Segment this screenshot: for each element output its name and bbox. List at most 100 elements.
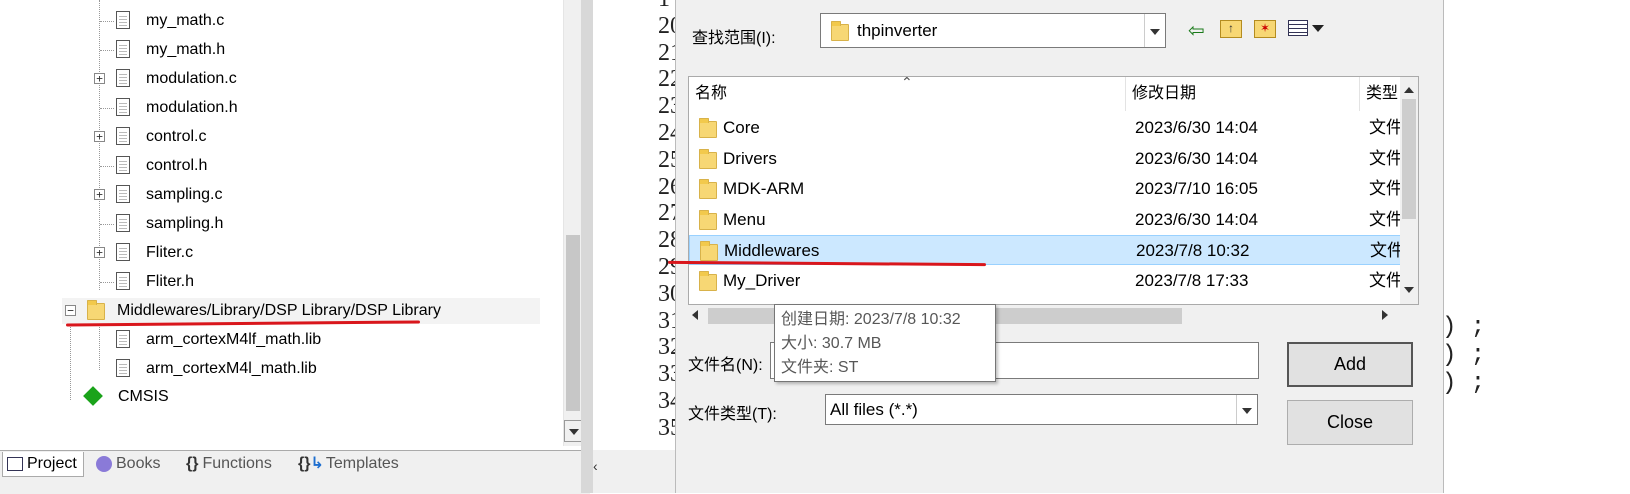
folder-icon	[699, 209, 717, 230]
list-vertical-scrollbar[interactable]	[1400, 77, 1418, 304]
lookin-combo[interactable]: thpinverter	[820, 13, 1166, 48]
source-file-icon	[116, 156, 130, 174]
tab-templates[interactable]: {}↳ Templates	[298, 452, 399, 476]
source-file-icon	[116, 127, 130, 145]
lookin-label: 查找范围(I):	[692, 30, 776, 47]
folder-icon	[699, 118, 717, 138]
list-item-type: 文件夹	[1369, 270, 1401, 290]
column-header-label: 名称	[695, 85, 728, 102]
source-file-icon	[116, 185, 130, 203]
sort-ascending-icon: ⌃	[901, 76, 913, 90]
tree-item-label: modulation.h	[146, 99, 238, 116]
tree-group-middlewares[interactable]: − Middlewares/Library/DSP Library/DSP Li…	[62, 298, 540, 324]
lookin-value: thpinverter	[857, 21, 938, 40]
pane-splitter[interactable]	[581, 0, 593, 493]
folder-icon	[831, 21, 849, 41]
scroll-down-icon[interactable]	[1404, 287, 1414, 293]
tree-item-label: modulation.c	[146, 70, 237, 87]
add-button[interactable]: Add	[1287, 342, 1413, 387]
tab-functions[interactable]: {} Functions	[186, 452, 272, 476]
scrollbar-thumb[interactable]	[1402, 99, 1416, 219]
back-icon[interactable]: ⇦	[1188, 18, 1205, 43]
tree-vertical-scrollbar[interactable]	[563, 0, 582, 446]
scroll-right-icon[interactable]	[1382, 310, 1388, 320]
folder-icon	[699, 270, 717, 291]
list-item[interactable]: My_Driver 2023/7/8 17:33 文件夹	[689, 266, 1401, 296]
code-fragment: ) ;	[1442, 314, 1486, 341]
new-folder-icon[interactable]: ✶	[1254, 20, 1276, 38]
list-item[interactable]: Drivers 2023/6/30 14:04 文件夹	[689, 144, 1401, 174]
tree-line	[100, 224, 114, 225]
tab-books[interactable]: Books	[96, 452, 160, 476]
tree-item-label: sampling.c	[146, 186, 223, 203]
source-file-icon	[116, 243, 130, 261]
code-fragment: ) ;	[1442, 370, 1486, 397]
list-item-type: 文件夹	[1369, 209, 1401, 229]
expand-icon[interactable]: +	[94, 247, 105, 258]
button-label: Close	[1326, 412, 1374, 432]
filetype-select[interactable]: All files (*.*)	[825, 394, 1258, 425]
list-item-type: 文件夹	[1369, 118, 1401, 137]
expand-icon[interactable]: +	[94, 189, 105, 200]
list-item-type: 文件夹	[1369, 179, 1401, 198]
view-menu-chevron-icon[interactable]	[1312, 25, 1324, 32]
source-file-icon	[116, 40, 130, 58]
project-tabs	[0, 450, 590, 494]
list-item-date: 2023/7/8 17:33	[1135, 270, 1249, 290]
list-item[interactable]: Menu 2023/6/30 14:04 文件夹	[689, 205, 1401, 235]
list-item[interactable]: Middlewares2023/7/8 10:32文件夹	[689, 235, 1402, 265]
tab-project[interactable]: Project	[2, 452, 84, 477]
tree-item-label: Fliter.c	[146, 244, 194, 261]
folder-icon	[699, 179, 717, 199]
tree-item-label: Fliter.h	[146, 273, 195, 290]
project-tree[interactable]: my_math.c my_math.h + modulation.c modulatio…	[0, 0, 590, 470]
source-file-icon	[116, 98, 130, 116]
column-header-name[interactable]: 名称 ⌃	[689, 77, 1126, 111]
source-file-icon	[116, 69, 130, 87]
tree-item-label: my_math.h	[146, 41, 226, 58]
close-button[interactable]: Close	[1287, 400, 1413, 445]
tree-line	[100, 50, 114, 51]
list-item-type: 文件夹	[1370, 241, 1402, 260]
folder-icon	[700, 241, 718, 261]
filename-label: 文件名(N):	[688, 357, 763, 374]
project-icon	[7, 456, 23, 471]
list-item-date: 2023/6/30 14:04	[1135, 148, 1258, 168]
tooltip-folder: 文件夹: ST	[781, 359, 859, 376]
tree-item-label: my_math.c	[146, 12, 225, 29]
tree-item-label: control.c	[146, 128, 207, 145]
expand-icon[interactable]: +	[94, 73, 105, 84]
tooltip-created: 创建日期: 2023/7/8 10:32	[781, 311, 961, 328]
scroll-up-icon[interactable]	[1404, 87, 1414, 93]
tooltip-size: 大小: 30.7 MB	[781, 335, 882, 352]
chevron-down-icon[interactable]	[1236, 395, 1257, 424]
scroll-down-button[interactable]	[564, 420, 582, 442]
column-header-date[interactable]: 修改日期	[1126, 77, 1360, 111]
tree-line	[100, 21, 114, 22]
list-item-name: Menu	[723, 209, 766, 229]
filetype-label: 文件类型(T):	[688, 406, 777, 423]
expand-icon[interactable]: +	[94, 131, 105, 142]
list-item[interactable]: Core 2023/6/30 14:04 文件夹	[689, 113, 1401, 143]
library-file-icon	[116, 359, 130, 377]
list-item[interactable]: MDK-ARM 2023/7/10 16:05 文件夹	[689, 174, 1401, 204]
braces-icon: {}	[186, 455, 199, 472]
file-list[interactable]: 名称 ⌃ 修改日期 类型 Core2023/6/30 14:04文件夹Drive…	[688, 76, 1419, 305]
scrollbar-thumb[interactable]	[566, 235, 580, 411]
filetype-value: All files (*.*)	[830, 400, 918, 419]
tree-item-label: CMSIS	[118, 388, 169, 405]
list-item-date: 2023/6/30 14:04	[1135, 118, 1258, 137]
chevron-down-icon[interactable]	[1144, 14, 1165, 47]
list-item-name: Drivers	[723, 148, 777, 168]
code-fragment: ) ;	[1442, 342, 1486, 369]
collapse-icon[interactable]: −	[65, 305, 76, 316]
list-item-name: My_Driver	[723, 270, 801, 290]
source-file-icon	[116, 272, 130, 290]
tree-line	[99, 320, 100, 370]
scroll-left-icon[interactable]	[692, 310, 698, 320]
cmsis-icon	[83, 386, 103, 406]
up-folder-icon[interactable]: ↑	[1220, 20, 1242, 38]
view-menu-icon[interactable]	[1288, 20, 1308, 36]
template-icon: {}↳	[298, 455, 324, 472]
library-file-icon	[116, 330, 130, 348]
